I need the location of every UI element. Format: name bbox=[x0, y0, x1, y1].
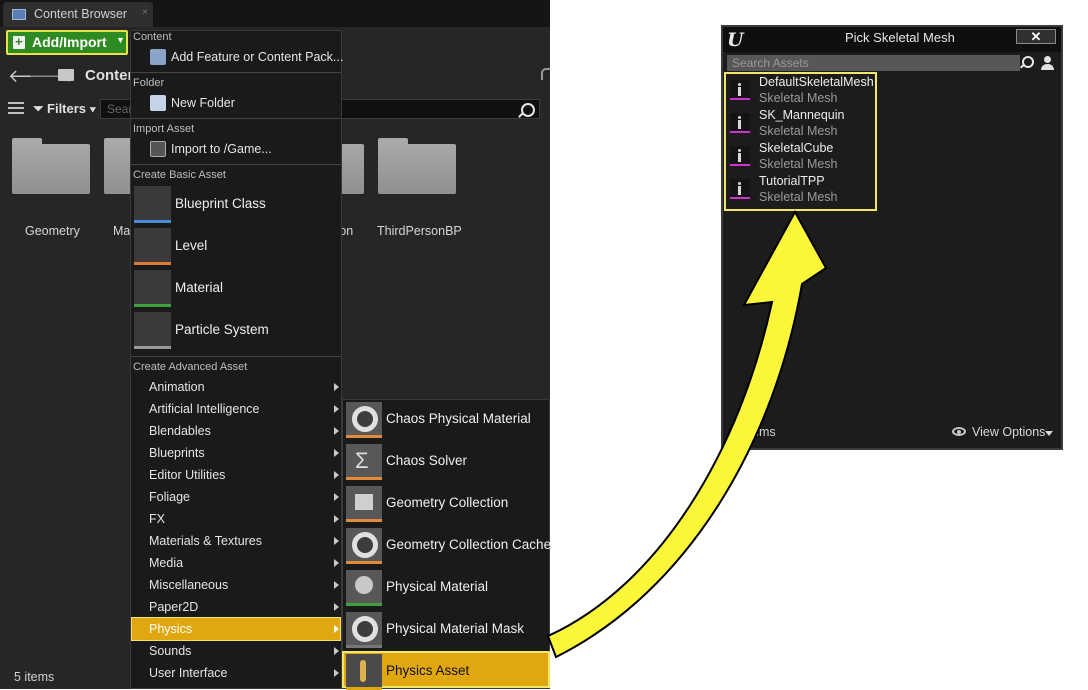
callout-arrow-shape bbox=[546, 209, 828, 659]
callout-arrow bbox=[546, 209, 828, 659]
